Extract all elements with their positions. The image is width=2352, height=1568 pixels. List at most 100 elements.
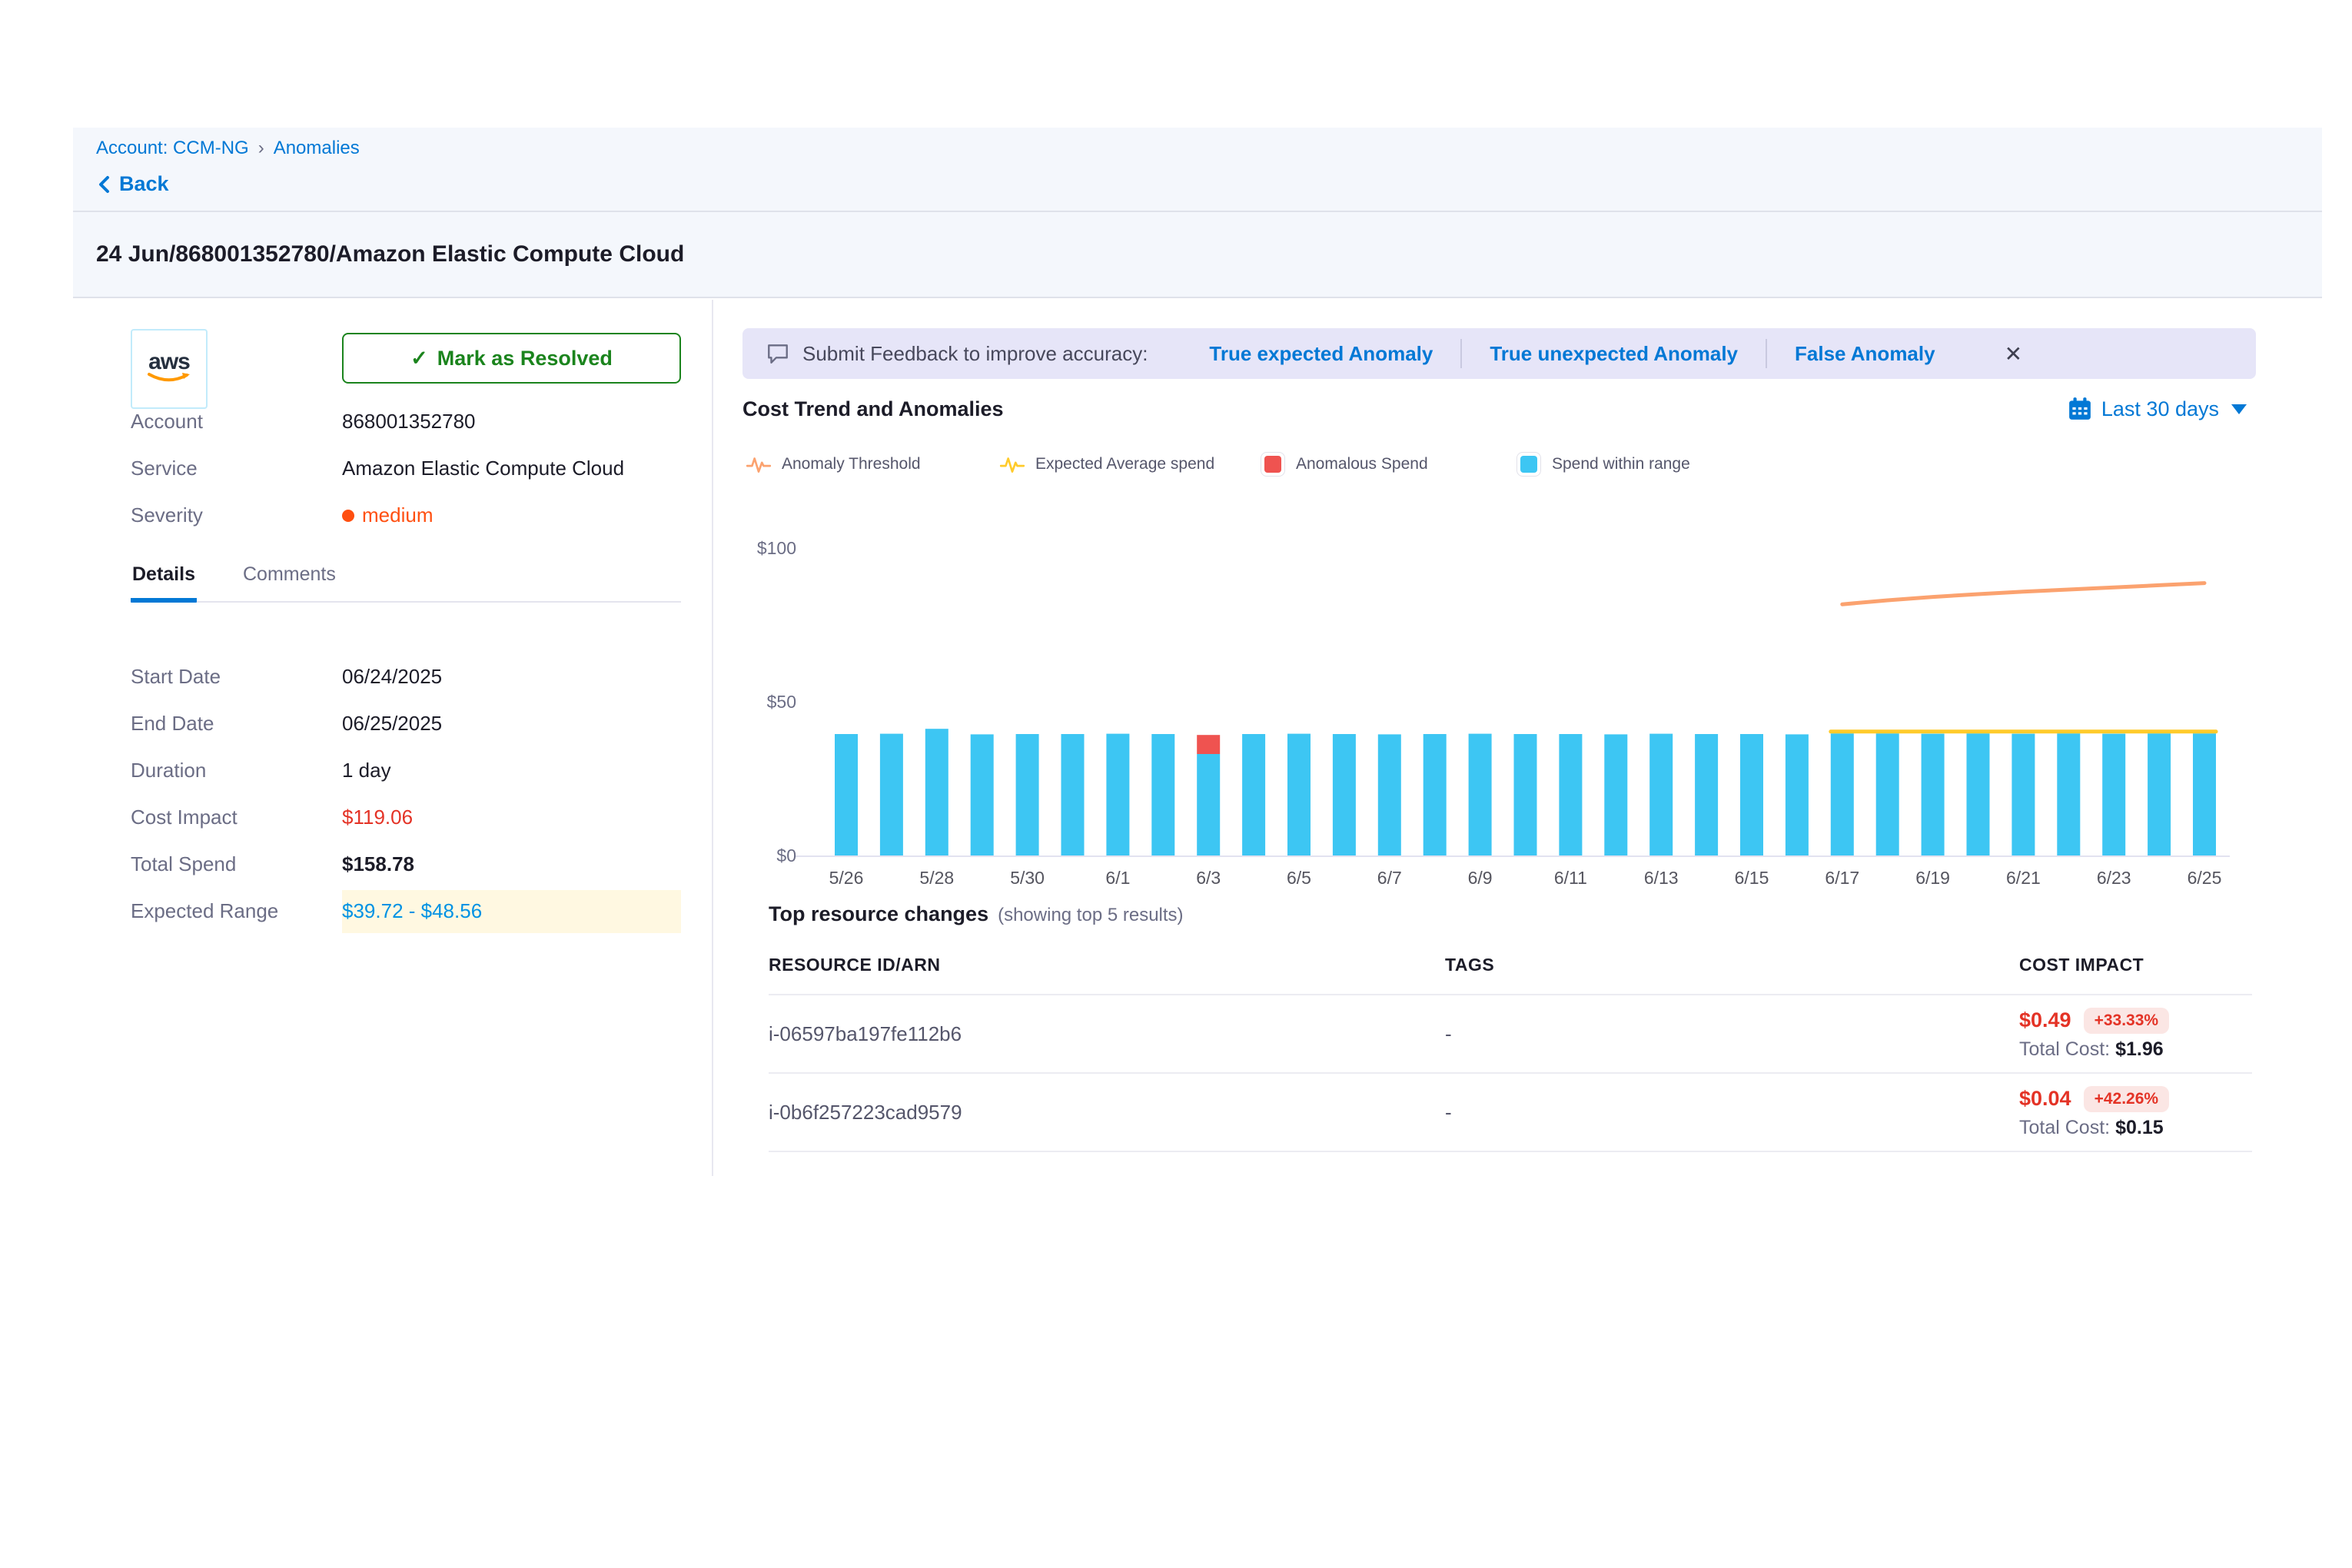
spend-bar[interactable] <box>1786 734 1809 855</box>
severity-value: medium <box>362 503 433 527</box>
x-tick-label: 6/11 <box>1554 868 1587 888</box>
spend-bar[interactable] <box>1333 734 1356 855</box>
legend-label: Anomaly Threshold <box>782 455 921 473</box>
x-tick-label: 6/17 <box>1825 868 1859 888</box>
chart-legend: Anomaly Threshold Expected Average spend… <box>742 452 2256 483</box>
spend-bar[interactable] <box>1469 734 1492 855</box>
breadcrumb-account-link[interactable]: Account: CCM-NG <box>96 138 249 159</box>
spend-bar[interactable] <box>1514 734 1537 855</box>
spend-bar[interactable] <box>1604 734 1627 855</box>
x-tick-label: 6/21 <box>2006 868 2041 888</box>
close-icon[interactable]: ✕ <box>2005 341 2022 367</box>
feedback-false-anomaly-link[interactable]: False Anomaly <box>1767 342 1963 366</box>
cost-impact-value: $119.06 <box>342 806 413 829</box>
spend-bar[interactable] <box>2011 734 2035 855</box>
spend-bar[interactable] <box>1967 733 1990 855</box>
spend-bar[interactable] <box>1740 734 1763 855</box>
check-icon: ✓ <box>410 347 428 370</box>
feedback-prompt: Submit Feedback to improve accuracy: <box>802 342 1148 366</box>
chevron-left-icon <box>96 173 113 196</box>
impact-percent-badge: +42.26% <box>2084 1086 2170 1112</box>
detail-tabs: Details Comments <box>131 563 681 603</box>
impact-percent-badge: +33.33% <box>2084 1008 2170 1034</box>
back-button[interactable]: Back <box>96 172 2322 196</box>
feedback-true-unexpected-link[interactable]: True unexpected Anomaly <box>1462 342 1766 366</box>
x-tick-label: 6/5 <box>1287 868 1311 888</box>
table-row: i-0b6f257223cad9579 - $0.04 +42.26% Tota… <box>769 1074 2252 1152</box>
spend-bar[interactable] <box>2148 733 2171 855</box>
start-date-value: 06/24/2025 <box>342 665 442 689</box>
legend-anomaly-threshold: Anomaly Threshold <box>746 452 921 477</box>
impact-amount: $0.04 <box>2019 1087 2071 1111</box>
x-tick-label: 5/30 <box>1010 868 1045 888</box>
total-spend-row: Total Spend $158.78 <box>131 841 681 888</box>
mark-as-resolved-button[interactable]: ✓ Mark as Resolved <box>342 333 681 384</box>
spend-bar[interactable] <box>1831 733 1854 855</box>
legend-spend-within-range: Spend within range <box>1517 452 1690 477</box>
x-tick-label: 5/26 <box>829 868 864 888</box>
aws-smile-icon <box>145 372 193 386</box>
start-date-label: Start Date <box>131 665 342 689</box>
spend-bar[interactable] <box>1016 734 1039 855</box>
impact-amount: $0.49 <box>2019 1008 2071 1032</box>
expected-range-value: $39.72 - $48.56 <box>342 890 681 933</box>
x-tick-label: 6/15 <box>1735 868 1769 888</box>
total-cost-label: Total Cost: <box>2019 1117 2110 1138</box>
x-tick-label: 6/25 <box>2188 868 2222 888</box>
aws-logo-text: aws <box>148 352 190 372</box>
severity-dot-icon <box>342 510 354 522</box>
service-row: Service Amazon Elastic Compute Cloud <box>131 445 681 492</box>
spend-bar[interactable] <box>1922 734 1945 855</box>
date-range-selector[interactable]: Last 30 days <box>2068 397 2247 421</box>
title-section: 24 Jun/868001352780/Amazon Elastic Compu… <box>73 212 2322 297</box>
spend-bar[interactable] <box>1061 734 1085 855</box>
spend-bar[interactable] <box>2057 733 2080 855</box>
chart-header: Cost Trend and Anomalies Last 30 days <box>742 397 2256 421</box>
spend-bar[interactable] <box>925 729 948 855</box>
resource-id: i-06597ba197fe112b6 <box>769 1022 1445 1046</box>
spend-bar[interactable] <box>2193 733 2216 855</box>
total-spend-label: Total Spend <box>131 852 342 876</box>
date-range-label: Last 30 days <box>2101 397 2219 421</box>
spend-bar[interactable] <box>2102 734 2125 855</box>
resources-table: RESOURCE ID/ARN TAGS COST IMPACT i-06597… <box>769 936 2252 1152</box>
breadcrumb-separator-icon: › <box>258 138 264 159</box>
tab-comments[interactable]: Comments <box>241 563 337 601</box>
feedback-true-expected-link[interactable]: True expected Anomaly <box>1181 342 1460 366</box>
spend-bar[interactable] <box>971 734 994 855</box>
summary-fields: Account 868001352780 Service Amazon Elas… <box>131 398 681 539</box>
severity-badge: medium <box>342 503 433 527</box>
resource-tags: - <box>1445 1101 2019 1125</box>
spend-bar[interactable] <box>1378 734 1401 855</box>
y-tick-label: $50 <box>767 692 796 712</box>
pulse-line-icon <box>1000 452 1025 477</box>
spend-bar[interactable] <box>880 734 903 855</box>
severity-row: Severity medium <box>131 492 681 539</box>
anomalous-bar-segment[interactable] <box>1197 735 1220 754</box>
chart-title: Cost Trend and Anomalies <box>742 397 1004 421</box>
spend-bar[interactable] <box>835 734 858 855</box>
service-value: Amazon Elastic Compute Cloud <box>342 457 624 480</box>
table-row: i-06597ba197fe112b6 - $0.49 +33.33% Tota… <box>769 995 2252 1074</box>
service-label: Service <box>131 457 342 480</box>
breadcrumb-anomalies-link[interactable]: Anomalies <box>274 138 360 159</box>
spend-bar[interactable] <box>1423 734 1447 855</box>
page-title: 24 Jun/868001352780/Amazon Elastic Compu… <box>96 241 684 267</box>
spend-bar[interactable] <box>1151 734 1174 855</box>
feedback-bar: Submit Feedback to improve accuracy: Tru… <box>742 328 2256 379</box>
spend-bar[interactable] <box>1197 754 1220 855</box>
legend-label: Anomalous Spend <box>1296 455 1428 473</box>
spend-bar[interactable] <box>1649 734 1673 855</box>
mark-as-resolved-label: Mark as Resolved <box>437 347 613 370</box>
spend-bar[interactable] <box>1287 734 1311 855</box>
spend-bar[interactable] <box>1242 734 1265 855</box>
blue-swatch-icon <box>1517 452 1541 477</box>
resource-cost-impact: $0.49 +33.33% Total Cost: $1.96 <box>2019 1008 2252 1061</box>
tab-details[interactable]: Details <box>131 563 197 603</box>
spend-bar[interactable] <box>1876 733 1899 855</box>
spend-bar[interactable] <box>1106 734 1129 855</box>
details-list: Start Date 06/24/2025 End Date 06/25/202… <box>131 653 681 935</box>
column-tags: TAGS <box>1445 955 2019 975</box>
spend-bar[interactable] <box>1695 734 1718 855</box>
spend-bar[interactable] <box>1559 734 1582 855</box>
